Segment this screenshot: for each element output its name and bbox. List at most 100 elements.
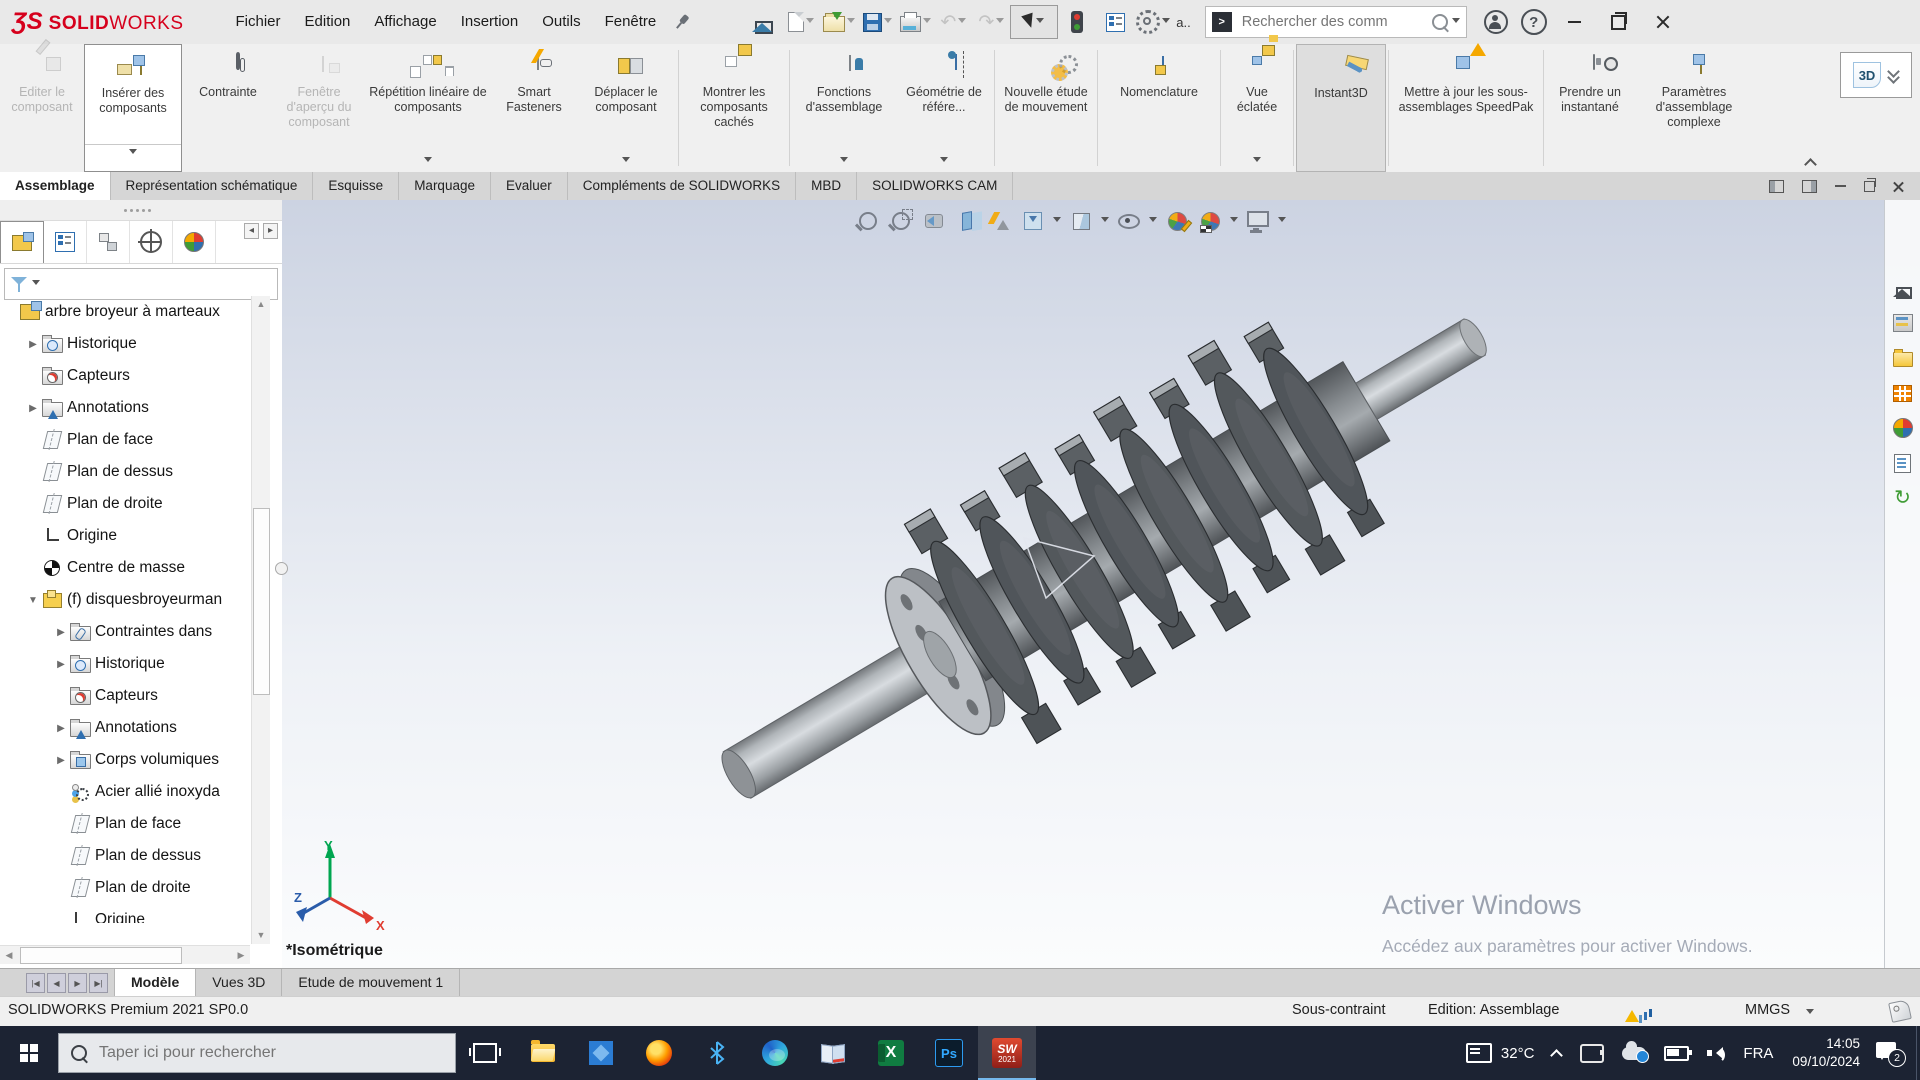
sync-refresh-icon[interactable]: ↻	[1891, 486, 1915, 510]
tree-item-plan-de-face[interactable]: Plan de face	[0, 424, 250, 456]
tree-item-historique-2[interactable]: ▶ Historique	[0, 648, 250, 680]
panel-grip[interactable]	[0, 200, 282, 221]
bluetooth-button[interactable]	[688, 1026, 746, 1080]
move-component-dropdown[interactable]	[622, 157, 630, 166]
expand-arrow-icon[interactable]: ▶	[26, 339, 40, 350]
new-motion-study-button[interactable]: Nouvelle étude de mouvement	[997, 44, 1095, 172]
show-hidden-components-button[interactable]: Montrer les composants cachés	[681, 44, 787, 172]
notification-center-button[interactable]: 2	[1876, 1042, 1902, 1064]
tree-item-plan-de-dessus-2[interactable]: Plan de dessus	[0, 840, 250, 872]
tree-item-centre-de-masse[interactable]: Centre de masse	[0, 552, 250, 584]
appearances-scenes-icon[interactable]	[1891, 416, 1915, 440]
login-button[interactable]	[1477, 5, 1515, 39]
tab-solidworks-cam[interactable]: SOLIDWORKS CAM	[857, 172, 1013, 200]
firefox-button[interactable]	[630, 1026, 688, 1080]
linear-pattern-dropdown[interactable]	[424, 157, 432, 166]
expand-arrow-icon[interactable]: ▶	[54, 723, 68, 734]
view-orientation-icon[interactable]	[1020, 208, 1046, 234]
tree-vertical-scrollbar[interactable]: ▲ ▼	[251, 296, 270, 944]
tree-item-capteurs-2[interactable]: Capteurs	[0, 680, 250, 712]
edge-button[interactable]	[746, 1026, 804, 1080]
property-tab-button[interactable]	[1096, 5, 1134, 39]
view-orientation-dropdown-icon[interactable]	[1053, 217, 1061, 226]
tree-horizontal-scrollbar[interactable]: ◀ ▶	[0, 945, 250, 964]
tree-item-historique[interactable]: ▶ Historique	[0, 328, 250, 360]
pane-left-icon[interactable]	[1769, 180, 1784, 193]
filter-dropdown-icon[interactable]	[32, 280, 40, 289]
tree-item-material[interactable]: Acier allié inoxyda	[0, 776, 250, 808]
hide-show-dropdown-icon[interactable]	[1149, 217, 1157, 226]
document-minimize-icon[interactable]	[1835, 185, 1846, 187]
expand-arrow-icon[interactable]: ▶	[54, 755, 68, 766]
tab-property-manager[interactable]	[44, 221, 87, 263]
collapse-arrow-icon[interactable]: ▼	[26, 595, 40, 606]
menu-affichage[interactable]: Affichage	[362, 0, 448, 44]
tab-vues-3d[interactable]: Vues 3D	[196, 969, 282, 997]
tree-item-annotations-2[interactable]: ▶ Annotations	[0, 712, 250, 744]
show-desktop-button[interactable]	[1916, 1026, 1920, 1080]
tab-marquage[interactable]: Marquage	[399, 172, 491, 200]
zoom-to-fit-icon[interactable]	[855, 208, 881, 234]
mate-button[interactable]: Contrainte	[182, 44, 274, 172]
photos-button[interactable]	[572, 1026, 630, 1080]
zoom-to-area-icon[interactable]	[888, 208, 914, 234]
options-button[interactable]	[1134, 5, 1172, 39]
minimize-button[interactable]	[1553, 0, 1597, 44]
tab-display-manager[interactable]	[130, 221, 173, 263]
tree-item-capteurs[interactable]: Capteurs	[0, 360, 250, 392]
collapse-ribbon-icon[interactable]	[1806, 158, 1816, 166]
annotations-visibility-icon[interactable]	[987, 208, 1013, 234]
photoshop-button[interactable]: Ps	[920, 1026, 978, 1080]
menu-insertion[interactable]: Insertion	[449, 0, 531, 44]
display-style-icon[interactable]	[1068, 208, 1094, 234]
command-search-input[interactable]	[1240, 13, 1428, 31]
tab-modele[interactable]: Modèle	[114, 969, 196, 997]
menu-fichier[interactable]: Fichier	[224, 0, 293, 44]
home-button[interactable]	[744, 5, 782, 39]
instant3d-button[interactable]: Instant3D	[1296, 44, 1386, 172]
first-tab-icon[interactable]: |◀	[26, 973, 45, 993]
print-button[interactable]	[896, 5, 934, 39]
tab-representation-schematique[interactable]: Représentation schématique	[111, 172, 314, 200]
view-settings-dropdown-icon[interactable]	[1278, 217, 1286, 226]
redo-button[interactable]: ↷	[972, 5, 1010, 39]
hammer-mill-shaft-model[interactable]	[282, 200, 1920, 968]
tab-etude-de-mouvement[interactable]: Etude de mouvement 1	[282, 969, 460, 997]
sketch-3d-button[interactable]: 3D	[1840, 52, 1912, 98]
select-tool-button[interactable]	[1010, 5, 1058, 39]
new-document-button[interactable]	[782, 5, 820, 39]
tab-complements[interactable]: Compléments de SOLIDWORKS	[568, 172, 796, 200]
file-explorer-button[interactable]	[514, 1026, 572, 1080]
next-tab-icon[interactable]: ▶	[68, 973, 87, 993]
edit-appearance-icon[interactable]	[1164, 208, 1190, 234]
solidworks-resources-icon[interactable]	[1891, 276, 1915, 300]
tab-esquisse[interactable]: Esquisse	[313, 172, 399, 200]
tree-item-plan-de-dessus[interactable]: Plan de dessus	[0, 456, 250, 488]
tab-evaluer[interactable]: Evaluer	[491, 172, 568, 200]
insert-components-dropdown[interactable]	[85, 144, 181, 171]
taskbar-search[interactable]	[58, 1033, 456, 1073]
tree-item-part[interactable]: ▼ (f) disquesbroyeurman	[0, 584, 250, 616]
tree-item-corps-volumiques[interactable]: ▶ Corps volumiques	[0, 744, 250, 776]
last-tab-icon[interactable]: ▶|	[89, 973, 108, 993]
performance-warning-icon[interactable]	[1625, 1001, 1647, 1021]
hidden-icons-button[interactable]	[1543, 1026, 1571, 1080]
large-assembly-settings-button[interactable]: Paramètres d'assemblage complexe	[1634, 44, 1754, 172]
toolbar-overflow-label[interactable]: a..	[1176, 15, 1190, 30]
news-weather-button[interactable]: 32°C	[1457, 1026, 1544, 1080]
tree-item-plan-de-face-2[interactable]: Plan de face	[0, 808, 250, 840]
volume-button[interactable]	[1698, 1026, 1734, 1080]
clock-button[interactable]: 14:05 09/10/2024	[1782, 1035, 1870, 1070]
previous-view-icon[interactable]	[921, 208, 947, 234]
tree-item-origine[interactable]: Origine	[0, 520, 250, 552]
exploded-view-button[interactable]: Vue éclatée	[1223, 44, 1291, 172]
taskbar-search-input[interactable]	[97, 1043, 443, 1063]
tree-item-root[interactable]: arbre broyeur à marteaux	[0, 296, 250, 328]
scroll-right-icon[interactable]: ▶	[232, 946, 250, 964]
units-dropdown-icon[interactable]	[1806, 1009, 1814, 1018]
assembly-features-dropdown[interactable]	[840, 157, 848, 166]
display-style-dropdown-icon[interactable]	[1101, 217, 1109, 226]
section-view-icon[interactable]	[954, 208, 980, 234]
previous-tab-icon[interactable]: ◀	[47, 973, 66, 993]
language-button[interactable]: FRA	[1734, 1026, 1782, 1080]
